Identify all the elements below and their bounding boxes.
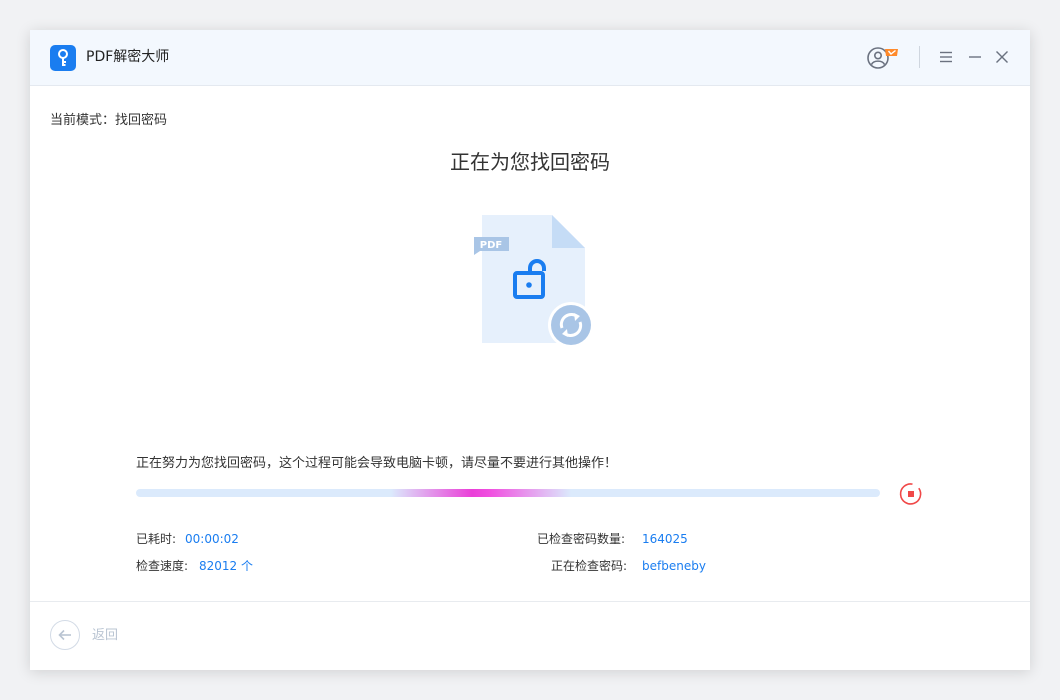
back-label: 返回 <box>92 628 119 643</box>
status-message: 正在努力为您找回密码，这个过程可能会导致电脑卡顿，请尽量不要进行其他操作！ <box>136 456 618 471</box>
back-button[interactable]: 返回 <box>50 620 170 652</box>
progress-bar <box>136 489 880 497</box>
user-vip-icon[interactable] <box>866 45 902 71</box>
check-speed-value: 82012 个 <box>199 559 253 573</box>
key-icon <box>50 45 76 71</box>
titlebar-divider <box>919 46 920 68</box>
stop-icon[interactable] <box>899 482 923 506</box>
pdf-unlock-illustration: PDF <box>470 210 600 355</box>
elapsed-time-value: 00:00:02 <box>185 532 239 546</box>
close-icon[interactable] <box>993 48 1011 66</box>
menu-icon[interactable] <box>937 48 955 66</box>
current-password-value: befbeneby <box>642 559 706 573</box>
current-mode-label: 当前模式：找回密码 <box>50 113 168 128</box>
progress-indicator <box>391 489 571 497</box>
app-title: PDF解密大师 <box>86 49 170 65</box>
check-speed-label: 检查速度: <box>136 559 189 573</box>
minimize-icon[interactable] <box>966 48 984 66</box>
app-window: PDF解密大师 当前模式：找回密码 正在为您找回密码 PDF 正在努力为您找回密… <box>30 30 1030 670</box>
page-title: 正在为您找回密码 <box>450 150 610 174</box>
checked-count-value: 164025 <box>642 532 688 546</box>
footer-divider <box>30 601 1030 602</box>
elapsed-time-label: 已耗时: <box>136 532 177 546</box>
checked-count-label: 已检查密码数量: <box>537 532 626 546</box>
current-password-label: 正在检查密码: <box>551 559 628 573</box>
pdf-file-label: PDF <box>480 240 502 251</box>
title-bar: PDF解密大师 <box>30 30 1030 86</box>
refresh-icon <box>548 302 594 348</box>
arrow-left-icon <box>50 620 80 650</box>
